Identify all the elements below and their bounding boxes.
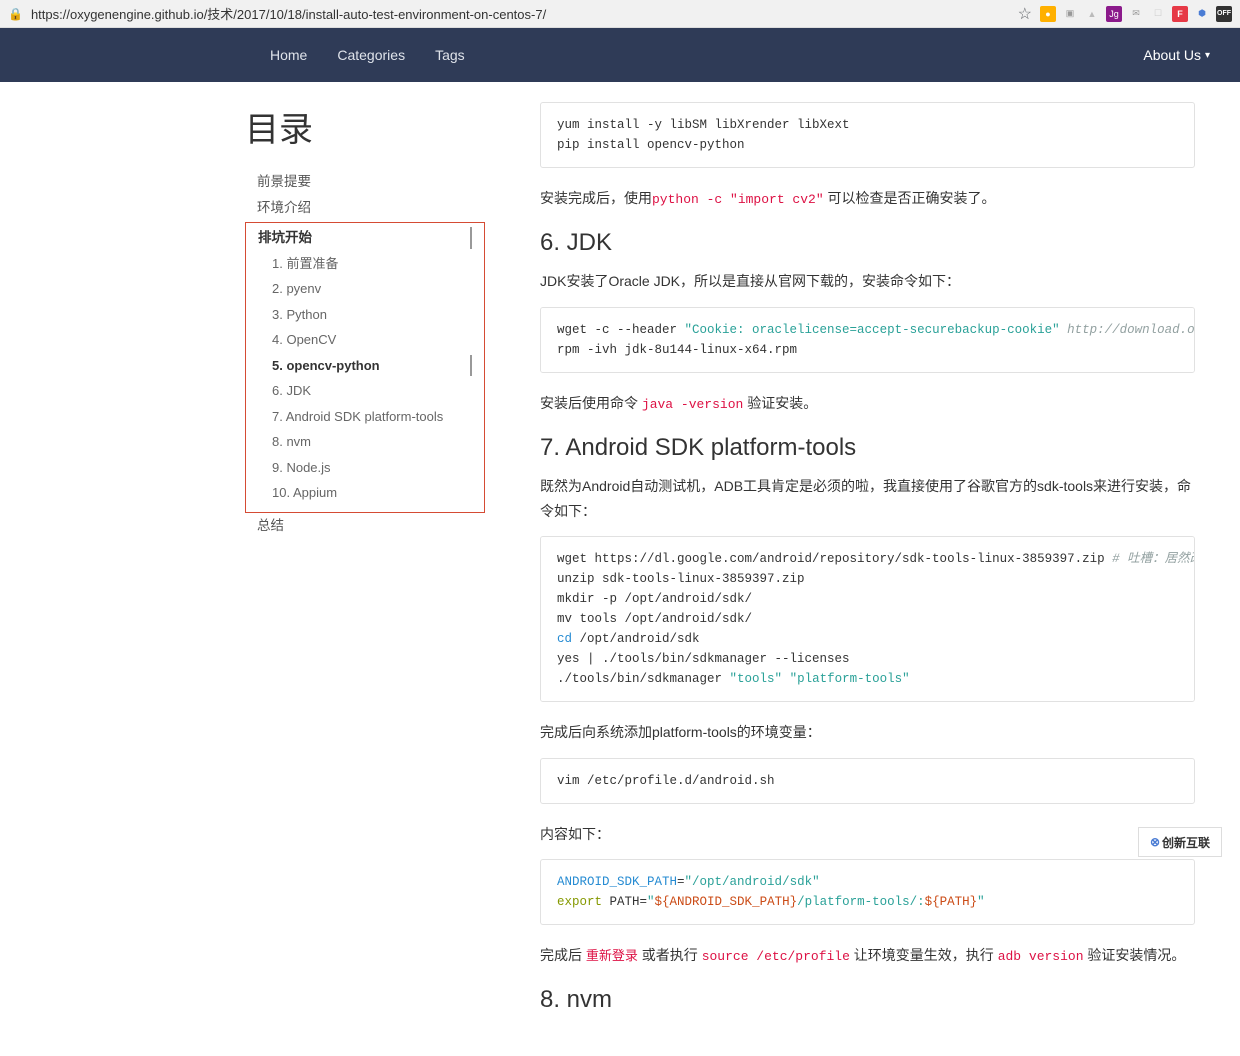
star-icon[interactable]: ☆: [1018, 4, 1032, 24]
code-block-android-sdk[interactable]: wget https://dl.google.com/android/repos…: [540, 536, 1195, 702]
toc-item[interactable]: 1. 前置准备: [246, 251, 484, 277]
toc-item[interactable]: 2. pyenv: [246, 276, 484, 302]
ext-icon-4[interactable]: Jg: [1106, 6, 1122, 22]
browser-address-bar: 🔒 https://oxygenengine.github.io/技术/2017…: [0, 0, 1240, 28]
toc-item[interactable]: 8. nvm: [246, 429, 484, 455]
ext-icon-2[interactable]: ▣: [1062, 6, 1078, 22]
toc-item[interactable]: 9. Node.js: [246, 455, 484, 481]
paragraph: 完成后向系统添加platform-tools的环境变量：: [540, 720, 1195, 745]
heading-nvm: 8. nvm: [540, 986, 1195, 1014]
heading-jdk: 6. JDK: [540, 229, 1195, 257]
toc-item-active-section[interactable]: 排坑开始: [246, 225, 484, 251]
inline-code: source /etc/profile: [702, 949, 850, 964]
inline-code: adb version: [998, 949, 1084, 964]
article-content: yum install -y libSM libXrender libXext …: [485, 82, 1225, 1056]
paragraph: JDK安装了Oracle JDK，所以是直接从官网下载的，安装命令如下：: [540, 269, 1195, 294]
heading-android-sdk: 7. Android SDK platform-tools: [540, 434, 1195, 462]
chevron-down-icon: ▾: [1205, 50, 1210, 61]
inline-code: java -version: [642, 397, 743, 412]
inline-code: 重新登录: [586, 949, 638, 964]
toc-item[interactable]: 7. Android SDK platform-tools: [246, 404, 484, 430]
footer-logo[interactable]: ⊗ 创新互联: [1138, 827, 1222, 857]
main-nav: Home Categories Tags About Us ▾: [0, 28, 1240, 82]
toc-item[interactable]: 10. Appium: [246, 480, 484, 506]
ext-icon-1[interactable]: ●: [1040, 6, 1056, 22]
code-block-jdk-install[interactable]: wget -c --header "Cookie: oraclelicense=…: [540, 307, 1195, 373]
paragraph: 既然为Android自动测试机，ADB工具肯定是必须的啦，我直接使用了谷歌官方的…: [540, 474, 1195, 524]
code-block-vim[interactable]: vim /etc/profile.d/android.sh: [540, 758, 1195, 804]
nav-about[interactable]: About Us ▾: [1143, 47, 1210, 63]
ext-icon-6[interactable]: ☐: [1150, 6, 1166, 22]
nav-home[interactable]: Home: [270, 47, 307, 63]
nav-tags[interactable]: Tags: [435, 47, 465, 63]
code-block-opencv-install[interactable]: yum install -y libSM libXrender libXext …: [540, 102, 1195, 168]
toc-title: 目录: [245, 102, 485, 151]
ext-icon-5[interactable]: ✉: [1128, 6, 1144, 22]
ext-icon-9[interactable]: OFF: [1216, 6, 1232, 22]
toc-highlight-box: 排坑开始 1. 前置准备 2. pyenv 3. Python 4. OpenC…: [245, 222, 485, 513]
paragraph: 完成后 重新登录 或者执行 source /etc/profile 让环境变量生…: [540, 943, 1195, 968]
paragraph: 安装完成后，使用python -c "import cv2" 可以检查是否正确安…: [540, 186, 1195, 211]
ext-icon-3[interactable]: ▲: [1084, 6, 1100, 22]
ext-icon-7[interactable]: F: [1172, 6, 1188, 22]
toc-item[interactable]: 4. OpenCV: [246, 327, 484, 353]
nav-categories[interactable]: Categories: [337, 47, 405, 63]
toc-sidebar: 目录 前景提要 环境介绍 排坑开始 1. 前置准备 2. pyenv 3. Py…: [0, 82, 485, 1056]
url-text[interactable]: https://oxygenengine.github.io/技术/2017/1…: [31, 4, 1010, 23]
toc-item[interactable]: 6. JDK: [246, 378, 484, 404]
toc-item[interactable]: 前景提要: [245, 169, 485, 195]
inline-code: python -c "import cv2": [652, 192, 824, 207]
code-block-android-env[interactable]: ANDROID_SDK_PATH="/opt/android/sdk" expo…: [540, 859, 1195, 925]
toc-item-current[interactable]: 5. opencv-python: [246, 353, 484, 379]
paragraph: 内容如下：: [540, 822, 1195, 847]
toc-item[interactable]: 环境介绍: [245, 195, 485, 221]
toc-item[interactable]: 总结: [245, 513, 485, 539]
extension-icons: ● ▣ ▲ Jg ✉ ☐ F ⬢ OFF: [1040, 6, 1232, 22]
ext-icon-8[interactable]: ⬢: [1194, 6, 1210, 22]
lock-icon: 🔒: [8, 7, 23, 21]
toc-item[interactable]: 3. Python: [246, 302, 484, 328]
paragraph: 安装后使用命令 java -version 验证安装。: [540, 391, 1195, 416]
